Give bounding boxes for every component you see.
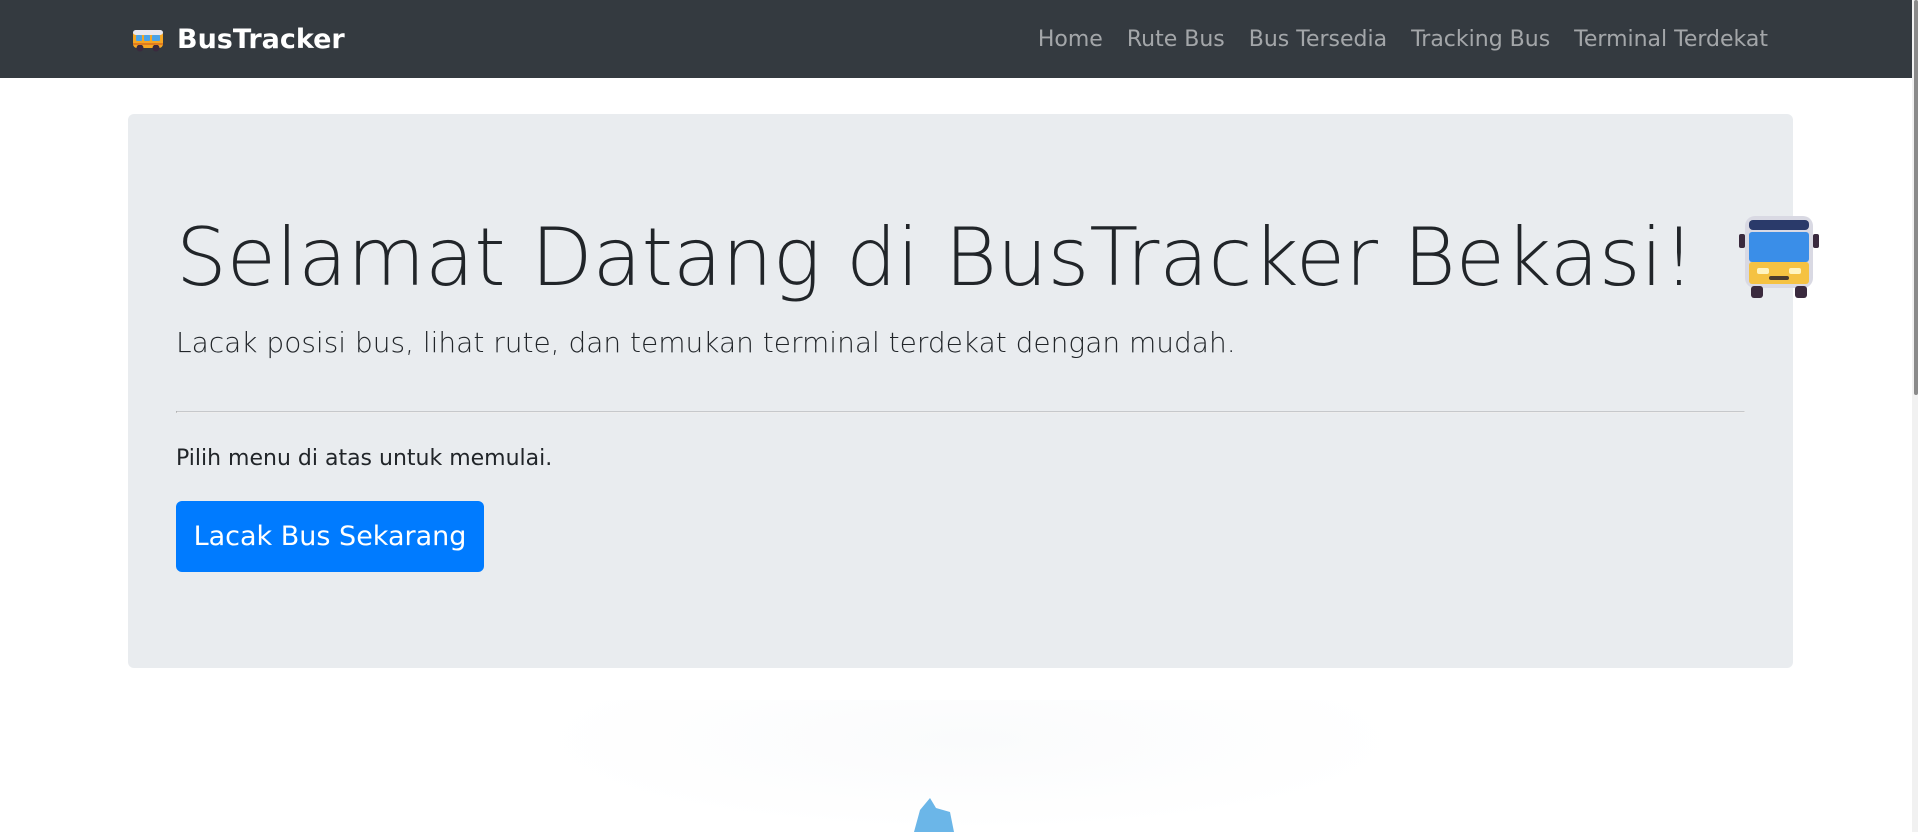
page-scrollbar[interactable] — [1912, 0, 1918, 832]
brand-link[interactable]: BusTracker — [131, 0, 345, 78]
nav-link-bus-tersedia[interactable]: Bus Tersedia — [1237, 27, 1399, 52]
bus-icon — [133, 30, 163, 52]
image-fragment-icon — [914, 798, 954, 832]
hero-body-text: Pilih menu di atas untuk memulai. — [176, 446, 553, 471]
scrollbar-thumb[interactable] — [1914, 0, 1918, 395]
nav-link-home[interactable]: Home — [1026, 27, 1115, 52]
page-title: Selamat Datang di BusTracker Bekasi! — [176, 210, 1827, 306]
divider — [176, 411, 1745, 413]
nav-link-rute-bus[interactable]: Rute Bus — [1115, 27, 1237, 52]
hero-image — [530, 700, 1410, 832]
nav-link-terminal-terdekat[interactable]: Terminal Terdekat — [1562, 27, 1780, 52]
page-title-text: Selamat Datang di BusTracker Bekasi! — [176, 211, 1695, 304]
nav-link-tracking-bus[interactable]: Tracking Bus — [1399, 27, 1562, 52]
hero-lead: Lacak posisi bus, lihat rute, dan temuka… — [176, 326, 1236, 359]
nav-links: Home Rute Bus Bus Tersedia Tracking Bus … — [1026, 0, 1780, 78]
track-bus-button[interactable]: Lacak Bus Sekarang — [176, 501, 484, 572]
navbar: BusTracker Home Rute Bus Bus Tersedia Tr… — [0, 0, 1918, 78]
hero-jumbotron: Selamat Datang di BusTracker Bekasi! Lac… — [128, 114, 1819, 668]
bus-front-icon — [1738, 216, 1819, 298]
brand-name: BusTracker — [177, 23, 345, 55]
